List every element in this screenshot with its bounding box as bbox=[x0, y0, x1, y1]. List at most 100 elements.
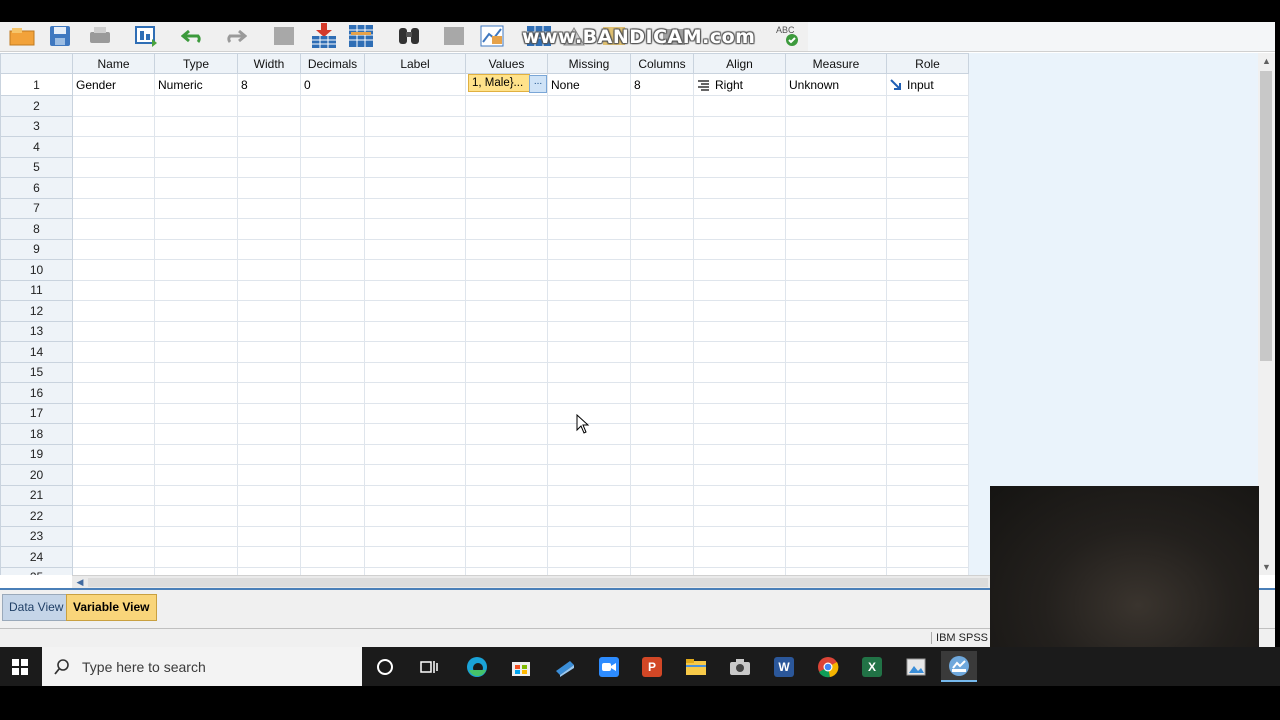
empty-cell[interactable] bbox=[547, 382, 631, 404]
empty-cell[interactable] bbox=[72, 136, 155, 158]
taskbar-search-box[interactable]: Type here to search bbox=[42, 647, 362, 686]
tab-data-view[interactable]: Data View bbox=[2, 594, 71, 621]
empty-cell[interactable] bbox=[72, 320, 155, 342]
empty-cell[interactable] bbox=[785, 525, 887, 547]
empty-cell[interactable] bbox=[465, 484, 548, 506]
empty-cell[interactable] bbox=[630, 566, 694, 575]
empty-cell[interactable] bbox=[465, 402, 548, 424]
empty-cell[interactable] bbox=[693, 464, 786, 486]
empty-cell[interactable] bbox=[72, 115, 155, 137]
empty-cell[interactable] bbox=[886, 464, 969, 486]
horizontal-scrollbar[interactable]: ◀ bbox=[72, 575, 990, 589]
empty-cell[interactable] bbox=[693, 505, 786, 527]
empty-cell[interactable] bbox=[364, 197, 466, 219]
empty-cell[interactable] bbox=[630, 279, 694, 301]
empty-cell[interactable] bbox=[886, 300, 969, 322]
empty-cell[interactable] bbox=[785, 382, 887, 404]
empty-cell[interactable] bbox=[465, 115, 548, 137]
row-number[interactable]: 14 bbox=[0, 341, 73, 363]
empty-cell[interactable] bbox=[364, 566, 466, 575]
empty-cell[interactable] bbox=[693, 341, 786, 363]
column-header-values[interactable]: Values bbox=[465, 53, 548, 74]
empty-cell[interactable] bbox=[154, 525, 238, 547]
print-icon[interactable] bbox=[86, 24, 114, 48]
column-header-role[interactable]: Role bbox=[886, 53, 969, 74]
empty-cell[interactable] bbox=[237, 238, 301, 260]
empty-cell[interactable] bbox=[630, 238, 694, 260]
empty-cell[interactable] bbox=[364, 177, 466, 199]
empty-cell[interactable] bbox=[364, 443, 466, 465]
empty-cell[interactable] bbox=[364, 238, 466, 260]
horizontal-scroll-thumb[interactable] bbox=[88, 578, 988, 587]
row-number[interactable]: 17 bbox=[0, 402, 73, 424]
empty-cell[interactable] bbox=[154, 218, 238, 240]
microsoft-store-icon[interactable] bbox=[503, 651, 539, 682]
empty-cell[interactable] bbox=[630, 505, 694, 527]
empty-cell[interactable] bbox=[785, 423, 887, 445]
row-number[interactable]: 19 bbox=[0, 443, 73, 465]
empty-cell[interactable] bbox=[630, 259, 694, 281]
empty-cell[interactable] bbox=[785, 136, 887, 158]
empty-cell[interactable] bbox=[237, 320, 301, 342]
empty-cell[interactable] bbox=[693, 238, 786, 260]
vertical-scrollbar[interactable]: ▲ ▼ bbox=[1258, 53, 1275, 575]
empty-cell[interactable] bbox=[547, 361, 631, 383]
empty-cell[interactable] bbox=[154, 361, 238, 383]
empty-cell[interactable] bbox=[300, 279, 365, 301]
empty-cell[interactable] bbox=[465, 443, 548, 465]
empty-cell[interactable] bbox=[630, 402, 694, 424]
empty-cell[interactable] bbox=[693, 300, 786, 322]
empty-cell[interactable] bbox=[693, 423, 786, 445]
empty-cell[interactable] bbox=[72, 259, 155, 281]
empty-cell[interactable] bbox=[237, 484, 301, 506]
empty-cell[interactable] bbox=[547, 464, 631, 486]
empty-cell[interactable] bbox=[237, 279, 301, 301]
empty-cell[interactable] bbox=[785, 300, 887, 322]
empty-cell[interactable] bbox=[364, 484, 466, 506]
empty-cell[interactable] bbox=[547, 341, 631, 363]
empty-cell[interactable] bbox=[886, 156, 969, 178]
empty-cell[interactable] bbox=[693, 279, 786, 301]
empty-cell[interactable] bbox=[154, 238, 238, 260]
empty-cell[interactable] bbox=[465, 197, 548, 219]
empty-cell[interactable] bbox=[785, 259, 887, 281]
empty-cell[interactable] bbox=[547, 95, 631, 117]
empty-cell[interactable] bbox=[300, 218, 365, 240]
empty-cell[interactable] bbox=[785, 238, 887, 260]
empty-cell[interactable] bbox=[465, 505, 548, 527]
variables-icon[interactable] bbox=[347, 24, 375, 48]
empty-cell[interactable] bbox=[630, 361, 694, 383]
column-header-width[interactable]: Width bbox=[237, 53, 301, 74]
word-icon[interactable]: W bbox=[766, 651, 802, 682]
empty-cell[interactable] bbox=[785, 484, 887, 506]
scroll-down-icon[interactable]: ▼ bbox=[1258, 559, 1275, 575]
empty-cell[interactable] bbox=[886, 279, 969, 301]
empty-cell[interactable] bbox=[630, 525, 694, 547]
empty-cell[interactable] bbox=[886, 197, 969, 219]
empty-cell[interactable] bbox=[630, 218, 694, 240]
empty-cell[interactable] bbox=[72, 279, 155, 301]
empty-cell[interactable] bbox=[785, 197, 887, 219]
empty-cell[interactable] bbox=[693, 443, 786, 465]
column-header-missing[interactable]: Missing bbox=[547, 53, 631, 74]
row-number[interactable]: 6 bbox=[0, 177, 73, 199]
empty-cell[interactable] bbox=[693, 402, 786, 424]
empty-cell[interactable] bbox=[693, 136, 786, 158]
empty-cell[interactable] bbox=[886, 341, 969, 363]
row-number[interactable]: 4 bbox=[0, 136, 73, 158]
empty-cell[interactable] bbox=[237, 300, 301, 322]
empty-cell[interactable] bbox=[547, 320, 631, 342]
empty-cell[interactable] bbox=[465, 300, 548, 322]
column-header-align[interactable]: Align bbox=[693, 53, 786, 74]
empty-cell[interactable] bbox=[886, 423, 969, 445]
excel-icon[interactable]: X bbox=[854, 651, 890, 682]
empty-cell[interactable] bbox=[72, 197, 155, 219]
empty-cell[interactable] bbox=[154, 464, 238, 486]
empty-cell[interactable] bbox=[300, 566, 365, 575]
empty-cell[interactable] bbox=[72, 341, 155, 363]
empty-cell[interactable] bbox=[300, 115, 365, 137]
empty-cell[interactable] bbox=[300, 402, 365, 424]
empty-cell[interactable] bbox=[300, 320, 365, 342]
empty-cell[interactable] bbox=[237, 95, 301, 117]
empty-cell[interactable] bbox=[364, 464, 466, 486]
